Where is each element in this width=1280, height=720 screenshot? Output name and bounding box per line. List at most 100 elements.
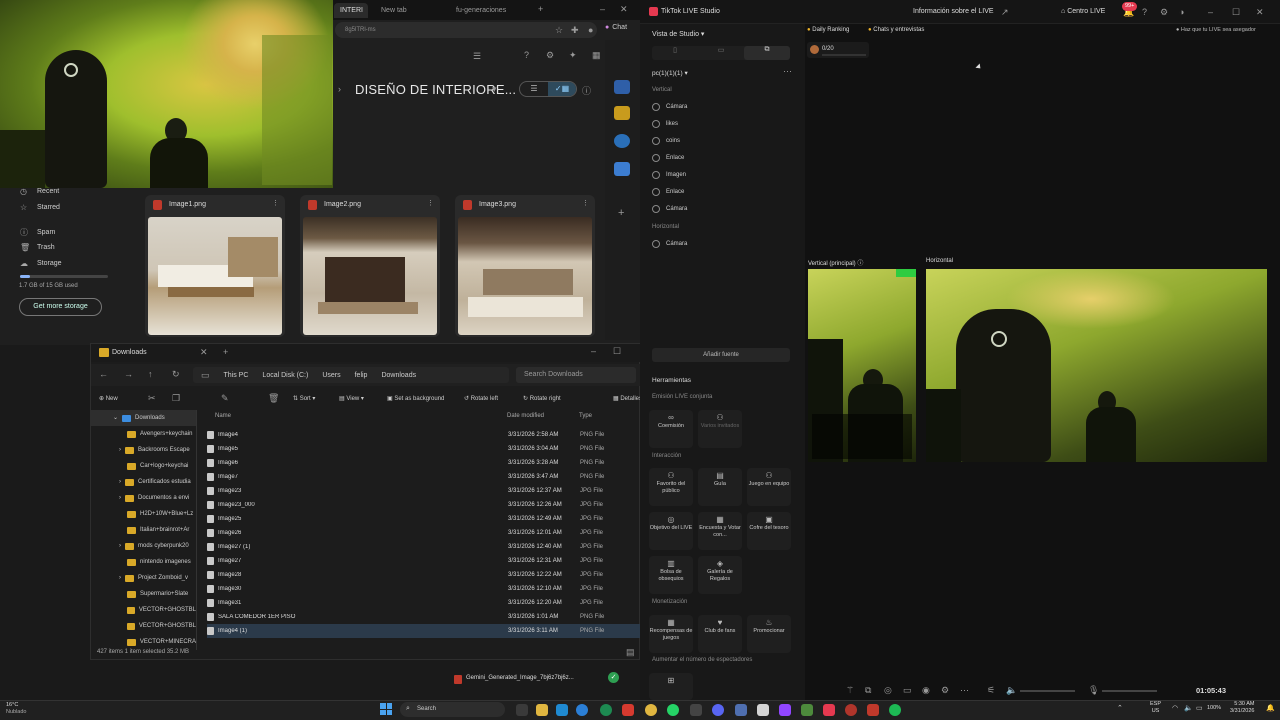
new-tab-icon[interactable]: +: [223, 347, 228, 357]
language-indicator[interactable]: ESP US: [1150, 701, 1161, 715]
more-icon[interactable]: ⋯: [960, 685, 969, 696]
calendar-icon[interactable]: [614, 80, 630, 94]
minimize-icon[interactable]: –: [600, 4, 605, 14]
discord-icon[interactable]: [712, 704, 724, 716]
edge-icon[interactable]: [576, 704, 588, 716]
scene-name[interactable]: pc(1)(1)(1) ▾: [652, 69, 688, 77]
chevron-down-icon[interactable]: ▾: [492, 84, 497, 95]
task-view-icon[interactable]: [516, 704, 528, 716]
list-view-icon[interactable]: ☰: [520, 82, 548, 96]
source-item[interactable]: Imagen: [652, 171, 686, 179]
live-info-title[interactable]: Información sobre el LIVE: [913, 8, 994, 15]
tree-item[interactable]: VECTOR+GHOSTBL: [91, 618, 196, 634]
maximize-icon[interactable]: ☐: [613, 346, 621, 357]
grid-view-icon[interactable]: ✓▦: [548, 82, 576, 96]
help-icon[interactable]: ?: [524, 50, 529, 60]
rotate-left-button[interactable]: ↺ Rotate left: [464, 395, 498, 402]
source-item[interactable]: Cámara: [652, 205, 687, 213]
layout-icon[interactable]: ⧉: [865, 685, 871, 696]
tree-item[interactable]: VECTOR+GHOSTBL: [91, 602, 196, 618]
table-row[interactable]: Image30 3/31/2026 12:10 AM JPG File: [207, 582, 641, 596]
table-row[interactable]: Image31 3/31/2026 12:20 AM JPG File: [207, 596, 641, 610]
share-icon[interactable]: ↗: [1001, 7, 1009, 18]
table-row[interactable]: Image7 3/31/2026 3:47 AM PNG File: [207, 470, 641, 484]
column-header-type[interactable]: Type: [579, 413, 592, 419]
copy-icon[interactable]: ❐: [172, 393, 180, 404]
goal-widget[interactable]: 0/20: [807, 42, 869, 58]
tool-recompensas[interactable]: ▦ Recompensas de juegos: [649, 615, 693, 653]
tool-galeria[interactable]: ◈ Galería de Regalos: [698, 556, 742, 594]
microphone-icon[interactable]: 🎙: [1088, 685, 1099, 696]
tab-fu[interactable]: fu-generaciones: [450, 3, 525, 18]
app-icon[interactable]: [801, 704, 813, 716]
whatsapp-icon[interactable]: [667, 704, 679, 716]
table-row[interactable]: Image6 3/31/2026 3:28 AM PNG File: [207, 456, 641, 470]
tree-item[interactable]: nintendo imagenes: [91, 554, 196, 570]
tree-item[interactable]: › mods cyberpunk20: [91, 538, 196, 554]
info-icon[interactable]: ⓘ: [582, 84, 591, 97]
sidebar-item-starred[interactable]: ☆ Starred: [20, 203, 60, 212]
source-item[interactable]: coins: [652, 137, 680, 145]
maximize-icon[interactable]: ☐: [1232, 7, 1240, 18]
file-card[interactable]: Image3.png ⋮: [455, 195, 595, 337]
tree-item[interactable]: Car+logo+keychai: [91, 458, 196, 474]
gemini-icon[interactable]: ✦: [569, 50, 577, 61]
file-card[interactable]: Image2.png ⋮: [300, 195, 440, 337]
profile-icon[interactable]: ●: [588, 25, 593, 35]
tool-guia[interactable]: ▤ Guía: [698, 468, 742, 506]
twitch-icon[interactable]: [779, 704, 791, 716]
column-header-name[interactable]: Name: [215, 413, 231, 419]
landscape-icon[interactable]: ▭: [698, 46, 744, 60]
settings-icon[interactable]: ⚙: [941, 685, 949, 696]
tab-drive[interactable]: INTERI: [334, 3, 368, 18]
table-row[interactable]: Image25 3/31/2026 12:49 AM JPG File: [207, 512, 641, 526]
minimize-icon[interactable]: –: [591, 346, 596, 356]
chat-button[interactable]: ● Chat: [605, 24, 627, 31]
contacts-icon[interactable]: [614, 162, 630, 176]
sort-button[interactable]: ⇅ Sort ▾: [293, 395, 315, 402]
more-options-icon[interactable]: ⋮: [582, 199, 589, 207]
refresh-icon[interactable]: ↻: [172, 369, 180, 380]
mixer-icon[interactable]: ⚟: [987, 685, 995, 696]
tool-club-fans[interactable]: ♥ Club de fans: [698, 615, 742, 653]
tree-item[interactable]: Supermario+Slate: [91, 586, 196, 602]
tree-item[interactable]: Italian+brainrot+Ar: [91, 522, 196, 538]
table-row[interactable]: Image4 (1) 3/31/2026 3:11 AM PNG File: [207, 624, 641, 638]
new-button[interactable]: ⊕ New: [99, 395, 118, 402]
chevron-up-icon[interactable]: ⌃: [1117, 704, 1123, 712]
weather-widget[interactable]: 16°C Nublado: [6, 702, 27, 716]
source-item[interactable]: Cámara: [652, 240, 687, 248]
app-icon[interactable]: [735, 704, 747, 716]
tool-bolsa[interactable]: ▥ Bolsa de obsequios: [649, 556, 693, 594]
wifi-icon[interactable]: ◠: [1172, 704, 1178, 712]
tool-encuesta[interactable]: ▦ Encuesta y Votar con...: [698, 512, 742, 550]
cut-icon[interactable]: ✂: [148, 393, 156, 404]
file-card[interactable]: Image1.png ⋮: [145, 195, 285, 337]
volume-icon[interactable]: 🔈: [1184, 704, 1193, 712]
close-tab-icon[interactable]: ✕: [200, 347, 208, 358]
tool-extra[interactable]: ⊞: [649, 673, 693, 700]
tool-favorito[interactable]: ⚇ Favorito del público: [649, 468, 693, 506]
record-icon[interactable]: ◉: [922, 685, 930, 696]
notification-bell-icon[interactable]: 🔔: [1266, 704, 1275, 712]
theme-icon[interactable]: ◑: [1179, 7, 1184, 17]
star-bookmark-icon[interactable]: ☆: [555, 25, 563, 36]
screen-icon[interactable]: ▭: [903, 685, 912, 696]
tasks-icon[interactable]: [614, 134, 630, 148]
table-row[interactable]: Image23 3/31/2026 12:37 AM JPG File: [207, 484, 641, 498]
close-icon[interactable]: ✕: [620, 4, 628, 15]
set-background-button[interactable]: ▣ Set as background: [387, 395, 444, 402]
filter-icon[interactable]: ☰: [473, 51, 481, 62]
tool-cofre[interactable]: ▣ Cofre del tesoro: [747, 512, 791, 550]
source-item[interactable]: Enlace: [652, 154, 684, 162]
app-icon[interactable]: [645, 704, 657, 716]
table-row[interactable]: Image27 (1) 3/31/2026 12:40 AM JPG File: [207, 540, 641, 554]
up-icon[interactable]: ↑: [148, 369, 153, 379]
tree-item[interactable]: › Certificados estudia: [91, 474, 196, 490]
start-button[interactable]: [380, 703, 392, 715]
mic-slider[interactable]: [1102, 690, 1157, 692]
column-header-date[interactable]: Date modified: [507, 413, 544, 419]
tool-coemision[interactable]: ∞ Coemisión: [649, 410, 693, 448]
delete-icon[interactable]: 🗑: [268, 393, 279, 404]
tree-item[interactable]: H2D+10W+Blue+Lz: [91, 506, 196, 522]
